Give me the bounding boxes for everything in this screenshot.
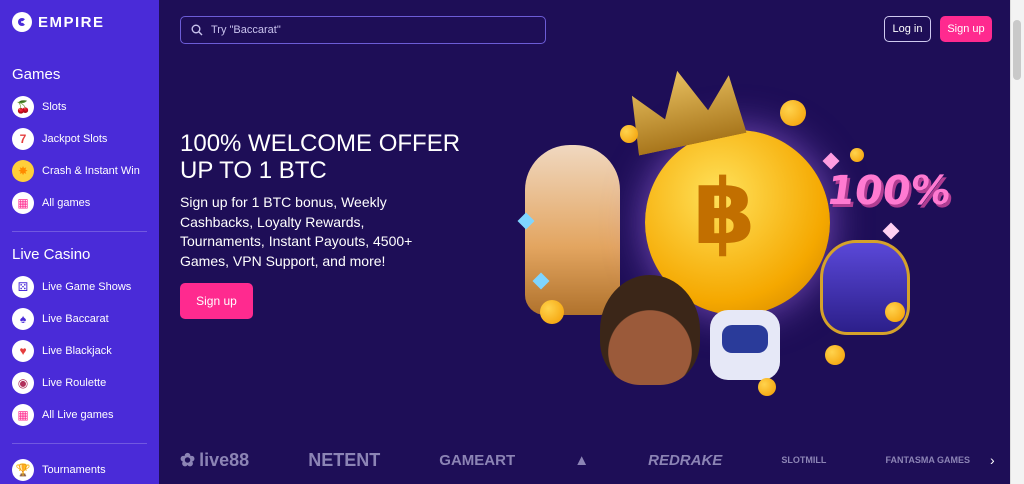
provider-logo-redrake[interactable]: REDRAKE xyxy=(648,452,722,469)
sidebar: EMPIRE Games 🍒 Slots 7 Jackpot Slots ✸ C… xyxy=(0,0,159,484)
bitcoin-icon: ฿ xyxy=(693,160,756,265)
section-title-games: Games xyxy=(12,66,61,83)
sidebar-item-live-roulette[interactable]: ◉ Live Roulette xyxy=(12,367,159,399)
triangle-logo-icon: ▲ xyxy=(574,451,590,469)
gem-icon xyxy=(822,152,840,170)
robot-character-image xyxy=(710,310,780,380)
coin-icon xyxy=(885,302,905,322)
coin-icon xyxy=(758,378,776,396)
sidebar-item-label: Live Roulette xyxy=(42,377,107,389)
provider-logo-slotmill[interactable]: SLOTMILL xyxy=(781,455,826,465)
cherries-icon: 🍒 xyxy=(12,96,34,118)
logo[interactable]: EMPIRE xyxy=(12,0,159,44)
sidebar-divider xyxy=(12,231,147,232)
grid-icon: ▦ xyxy=(12,192,34,214)
sidebar-item-label: Jackpot Slots xyxy=(42,133,108,145)
sidebar-item-jackpot-slots[interactable]: 7 Jackpot Slots xyxy=(12,123,159,155)
card-icon: ♥ xyxy=(12,340,34,362)
scrollbar[interactable] xyxy=(1010,0,1024,484)
knight-character-image xyxy=(600,275,700,385)
hero-title: 100% WELCOME OFFER UP TO 1 BTC xyxy=(180,130,461,184)
sidebar-item-label: Live Blackjack xyxy=(42,345,112,357)
provider-logo-live88[interactable]: ✿ live88 xyxy=(180,450,249,471)
hero-illustration: ฿ 100% xyxy=(500,60,960,405)
providers-strip: ✿ live88 NETENT GAMEART ▲ REDRAKE SLOTMIL… xyxy=(180,446,980,474)
section-title-live-casino: Live Casino xyxy=(12,246,91,263)
hero-description: Sign up for 1 BTC bonus, Weekly Cashback… xyxy=(180,194,413,269)
provider-logo-gameart[interactable]: GAMEART xyxy=(439,452,515,469)
sidebar-item-slots[interactable]: 🍒 Slots xyxy=(12,91,159,123)
gem-icon xyxy=(882,222,900,240)
sidebar-item-all-live-games[interactable]: ▦ All Live games xyxy=(12,399,159,431)
sidebar-item-live-baccarat[interactable]: ♠ Live Baccarat xyxy=(12,303,159,335)
trophy-icon: 🏆 xyxy=(12,459,34,481)
zeus-character-image xyxy=(525,145,620,315)
tron-coin-icon xyxy=(825,345,845,365)
litecoin-icon xyxy=(780,100,806,126)
sidebar-item-label: All Live games xyxy=(42,409,114,421)
sidebar-item-live-blackjack[interactable]: ♥ Live Blackjack xyxy=(12,335,159,367)
sidebar-item-label: Live Game Shows xyxy=(42,281,132,293)
chevron-right-icon[interactable]: › xyxy=(990,452,995,468)
sidebar-item-label: Crash & Instant Win xyxy=(42,165,140,177)
sidebar-item-live-game-shows[interactable]: ⚄ Live Game Shows xyxy=(12,271,159,303)
percent-badge: 100% xyxy=(823,168,954,214)
sidebar-item-tournaments[interactable]: 🏆 Tournaments xyxy=(12,454,159,484)
seven-icon: 7 xyxy=(12,128,34,150)
signup-button-header[interactable]: Sign up xyxy=(940,16,992,42)
provider-logo-triangle[interactable]: ▲ xyxy=(574,452,589,469)
search-box[interactable] xyxy=(180,16,546,44)
sidebar-divider xyxy=(12,443,147,444)
sidebar-item-label: All games xyxy=(42,197,91,209)
signup-button-hero[interactable]: Sign up xyxy=(180,283,253,319)
logo-icon xyxy=(12,12,32,32)
live88-icon: ✿ xyxy=(180,449,196,470)
search-icon xyxy=(191,24,203,36)
coin-icon xyxy=(540,300,564,324)
sun-icon: ✸ xyxy=(12,160,34,182)
login-button[interactable]: Log in xyxy=(884,16,931,42)
provider-logo-fantasma[interactable]: FANTASMA GAMES xyxy=(885,455,970,465)
cards-icon: ♠ xyxy=(12,308,34,330)
grid-icon: ▦ xyxy=(12,404,34,426)
sidebar-item-label: Tournaments xyxy=(42,464,106,476)
scrollbar-thumb[interactable] xyxy=(1013,20,1021,80)
coin-icon xyxy=(620,125,638,143)
sidebar-item-label: Slots xyxy=(42,101,67,113)
provider-logo-netent[interactable]: NETENT xyxy=(308,450,380,471)
sidebar-item-label: Live Baccarat xyxy=(42,313,109,325)
coin-icon xyxy=(850,148,864,162)
search-input[interactable] xyxy=(211,24,511,36)
sidebar-item-all-games[interactable]: ▦ All games xyxy=(12,187,159,219)
dice-icon: ⚄ xyxy=(12,276,34,298)
roulette-icon: ◉ xyxy=(12,372,34,394)
logo-text: EMPIRE xyxy=(38,13,105,31)
sidebar-item-crash-instant-win[interactable]: ✸ Crash & Instant Win xyxy=(12,155,159,187)
